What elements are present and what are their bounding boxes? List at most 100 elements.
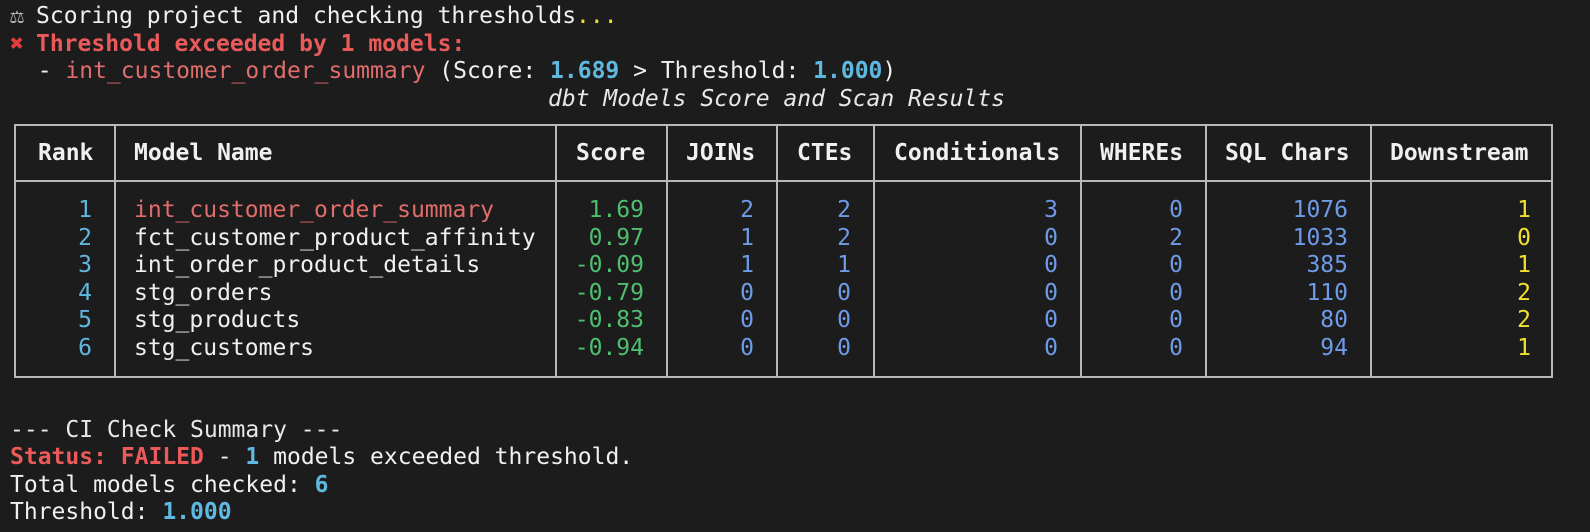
sql-chars-cell: 1076	[1292, 197, 1348, 223]
conditionals-cell: 0	[1044, 224, 1058, 251]
exceeded-threshold-value: 1.000	[813, 58, 883, 84]
joins-cell: 1	[740, 252, 754, 279]
total-models-line: Total models checked: 6	[10, 471, 329, 499]
column-divider	[873, 126, 875, 376]
ctes-cell: 1	[837, 252, 851, 279]
status-text: models exceeded threshold.	[259, 444, 634, 470]
ctes-cell: 2	[837, 197, 851, 223]
threshold-line: Threshold: 1.000	[10, 498, 232, 526]
joins-cell: 0	[740, 279, 754, 306]
total-models-label: Total models checked:	[10, 472, 315, 498]
rank-cell: 5	[78, 307, 92, 334]
status-line: Status: FAILED - 1 models exceeded thres…	[10, 443, 633, 471]
conditionals-cell: 0	[1044, 279, 1058, 306]
exceeded-model-name: int_customer_order_summary	[65, 58, 426, 84]
scoring-ellipsis: ...	[576, 3, 618, 29]
model-name-cell: fct_customer_product_affinity	[134, 224, 536, 251]
downstream-cell: 2	[1517, 279, 1531, 306]
model-name-cell: stg_customers	[134, 335, 315, 361]
joins-cell: 1	[740, 224, 754, 251]
sql-chars-cell: 110	[1306, 279, 1348, 306]
column-divider	[555, 126, 557, 376]
threshold-value: 1.000	[162, 499, 232, 525]
column-divider	[1205, 126, 1207, 376]
downstream-cell: 1	[1517, 252, 1531, 279]
sql-chars-cell: 385	[1306, 252, 1348, 279]
model-name-cell: stg_orders	[134, 279, 273, 306]
column-header-rank: Rank	[38, 140, 94, 166]
column-divider	[1080, 126, 1082, 376]
status-dash: -	[203, 444, 246, 470]
score-cell: 1.69	[588, 197, 644, 223]
score-cell: -0.09	[574, 252, 644, 279]
threshold-label: Threshold:	[10, 499, 163, 525]
rank-cell: 1	[78, 197, 92, 223]
column-header-score: Score	[576, 140, 646, 166]
rank-cell: 6	[78, 335, 92, 361]
downstream-cell: 0	[1517, 224, 1531, 251]
column-header-ctes: CTEs	[797, 140, 853, 166]
joins-cell: 0	[740, 335, 754, 361]
scoring-line: ⚖ Scoring project and checking thresholds…	[10, 2, 618, 30]
column-divider	[114, 126, 116, 376]
wheres-cell: 2	[1169, 224, 1183, 251]
wheres-cell: 0	[1169, 252, 1183, 279]
joins-cell: 2	[740, 197, 754, 223]
balance-scale-icon: ⚖	[10, 3, 24, 29]
model-name-cell: stg_products	[134, 307, 301, 334]
ctes-cell: 2	[837, 224, 851, 251]
score-cell: -0.83	[574, 307, 644, 334]
exceeded-model-line: - int_customer_order_summary (Score: 1.6…	[10, 57, 897, 85]
cross-mark-icon: ✖	[10, 31, 24, 57]
model-name-cell: int_order_product_details	[134, 252, 481, 279]
ctes-cell: 0	[837, 307, 851, 334]
column-header-joins: JOINs	[686, 140, 756, 166]
wheres-cell: 0	[1169, 335, 1183, 361]
status-count: 1	[245, 444, 260, 470]
rank-cell: 4	[78, 279, 92, 306]
status-label: Status:	[10, 444, 121, 470]
ctes-cell: 0	[837, 279, 851, 306]
model-name-cell: int_customer_order_summary	[134, 197, 495, 223]
conditionals-cell: 0	[1044, 335, 1058, 361]
error-line: ✖ Threshold exceeded by 1 models:	[10, 30, 465, 58]
conditionals-cell: 3	[1044, 197, 1058, 223]
column-divider	[666, 126, 668, 376]
column-header-sql-chars: SQL Chars	[1225, 140, 1350, 166]
table-title: dbt Models Score and Scan Results	[548, 86, 1005, 112]
sql-chars-cell: 94	[1320, 335, 1348, 361]
score-cell: -0.79	[574, 279, 644, 306]
score-cell: -0.94	[574, 335, 644, 361]
results-table: Rank Model Name Score JOINs CTEs Conditi…	[14, 124, 1553, 378]
rank-cell: 3	[78, 252, 92, 279]
column-header-model-name: Model Name	[134, 140, 273, 166]
downstream-cell: 1	[1517, 335, 1531, 361]
rank-cell: 2	[78, 224, 92, 251]
downstream-cell: 1	[1517, 197, 1531, 223]
exceeded-score-label: (Score:	[425, 58, 551, 84]
total-models-value: 6	[314, 472, 329, 498]
summary-heading: --- CI Check Summary ---	[10, 417, 343, 443]
score-cell: 0.97	[588, 224, 644, 251]
exceeded-prefix: -	[10, 58, 66, 84]
header-divider	[16, 180, 1551, 182]
wheres-cell: 0	[1169, 279, 1183, 306]
joins-cell: 0	[740, 307, 754, 334]
column-header-wheres: WHEREs	[1100, 140, 1184, 166]
exceeded-score-value: 1.689	[550, 58, 620, 84]
downstream-cell: 2	[1517, 307, 1531, 334]
sql-chars-cell: 1033	[1292, 224, 1348, 251]
exceeded-threshold-label: > Threshold:	[619, 58, 814, 84]
column-divider	[1370, 126, 1372, 376]
conditionals-cell: 0	[1044, 252, 1058, 279]
conditionals-cell: 0	[1044, 307, 1058, 334]
sql-chars-cell: 80	[1320, 307, 1348, 334]
wheres-cell: 0	[1169, 307, 1183, 334]
column-header-downstream: Downstream	[1390, 140, 1529, 166]
status-badge: FAILED	[120, 444, 204, 470]
error-text: Threshold exceeded by 1 models:	[36, 31, 466, 57]
column-divider	[776, 126, 778, 376]
exceeded-close: )	[882, 58, 897, 84]
wheres-cell: 0	[1169, 197, 1183, 223]
scoring-text: Scoring project and checking thresholds	[36, 3, 577, 29]
